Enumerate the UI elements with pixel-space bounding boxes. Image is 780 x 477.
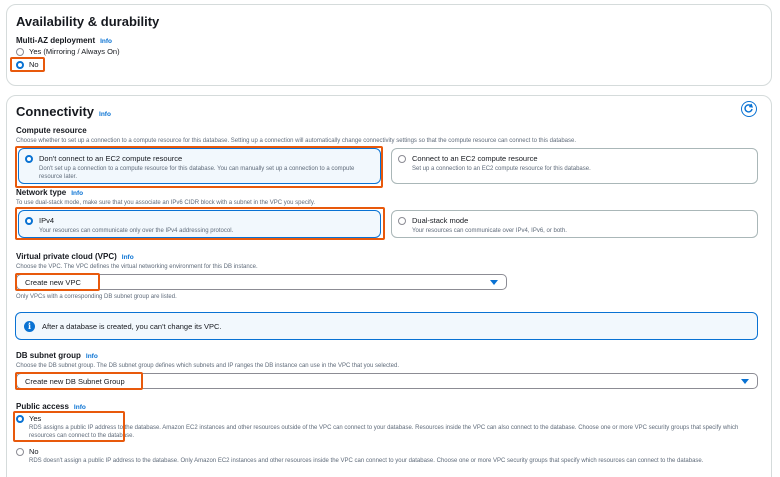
public-access-yes-label[interactable]: Yes <box>29 414 41 423</box>
vpc-description: Choose the VPC. The VPC defines the virt… <box>16 264 258 270</box>
refresh-button[interactable] <box>741 101 757 117</box>
multi-az-no-radio[interactable] <box>16 61 24 69</box>
subnet-group-label-text: DB subnet group <box>16 351 81 360</box>
compute-dont-connect-desc: Don't set up a connection to a compute r… <box>39 166 355 180</box>
connectivity-info-link[interactable]: Info <box>99 111 111 118</box>
public-access-label: Public access Info <box>16 402 86 411</box>
network-tile-dual-stack[interactable]: Dual-stack mode Your resources can commu… <box>391 210 758 238</box>
subnet-group-info-link[interactable]: Info <box>86 353 98 360</box>
multi-az-no-label[interactable]: No <box>29 60 39 69</box>
caret-down-icon <box>741 379 749 384</box>
subnet-group-description: Choose the DB subnet group. The DB subne… <box>16 363 400 369</box>
vpc-select[interactable]: Create new VPC <box>16 274 507 290</box>
caret-down-icon <box>490 280 498 285</box>
alert-text: After a database is created, you can't c… <box>42 322 222 331</box>
multi-az-label: Multi-AZ deployment Info <box>16 36 112 45</box>
network-ipv4-radio[interactable] <box>25 217 33 225</box>
public-access-yes-desc: RDS assigns a public IP address to the d… <box>29 425 739 439</box>
compute-tile-connect[interactable]: Connect to an EC2 compute resource Set u… <box>391 148 758 184</box>
network-type-info-link[interactable]: Info <box>71 190 83 197</box>
subnet-group-select[interactable]: Create new DB Subnet Group <box>16 373 758 389</box>
vpc-label-text: Virtual private cloud (VPC) <box>16 252 117 261</box>
vpc-info-link[interactable]: Info <box>122 254 134 261</box>
network-dual-stack-title: Dual-stack mode <box>412 216 469 225</box>
network-type-label: Network type Info <box>16 188 83 197</box>
connectivity-title: Connectivity Info <box>16 104 111 119</box>
info-circle-icon: i <box>24 321 35 332</box>
network-type-description: To use dual-stack mode, make sure that y… <box>16 200 316 206</box>
network-ipv4-title: IPv4 <box>39 216 55 225</box>
network-tile-ipv4[interactable]: IPv4 Your resources can communicate only… <box>18 210 381 238</box>
multi-az-info-link[interactable]: Info <box>100 38 112 45</box>
network-type-label-text: Network type <box>16 188 67 197</box>
vpc-select-value: Create new VPC <box>25 278 81 287</box>
connectivity-title-text: Connectivity <box>16 104 95 119</box>
compute-resource-label: Compute resource <box>16 126 87 135</box>
public-access-no-label[interactable]: No <box>29 447 39 456</box>
vpc-hint: Only VPCs with a corresponding DB subnet… <box>16 294 177 300</box>
network-ipv4-desc: Your resources can communicate only over… <box>39 228 234 234</box>
compute-connect-title: Connect to an EC2 compute resource <box>412 154 538 163</box>
public-access-yes-radio[interactable] <box>16 415 24 423</box>
compute-resource-description: Choose whether to set up a connection to… <box>16 138 576 144</box>
vpc-immutable-alert: i After a database is created, you can't… <box>15 312 758 340</box>
refresh-icon <box>744 103 754 113</box>
network-dual-stack-radio[interactable] <box>398 217 406 225</box>
public-access-no-desc: RDS doesn't assign a public IP address t… <box>29 458 704 464</box>
public-access-label-text: Public access <box>16 402 69 411</box>
compute-dont-connect-radio[interactable] <box>25 155 33 163</box>
public-access-no-radio[interactable] <box>16 448 24 456</box>
multi-az-yes-radio[interactable] <box>16 48 24 56</box>
vpc-label: Virtual private cloud (VPC) Info <box>16 252 134 261</box>
compute-tile-dont-connect[interactable]: Don't connect to an EC2 compute resource… <box>18 148 381 184</box>
multi-az-label-text: Multi-AZ deployment <box>16 36 96 45</box>
subnet-group-label: DB subnet group Info <box>16 351 98 360</box>
network-dual-stack-desc: Your resources can communicate over IPv4… <box>412 228 567 234</box>
availability-title: Availability & durability <box>16 14 160 29</box>
subnet-group-select-value: Create new DB Subnet Group <box>25 377 125 386</box>
public-access-info-link[interactable]: Info <box>74 404 86 411</box>
compute-connect-desc: Set up a connection to an EC2 compute re… <box>412 166 591 172</box>
compute-connect-radio[interactable] <box>398 155 406 163</box>
compute-dont-connect-title: Don't connect to an EC2 compute resource <box>39 154 183 163</box>
multi-az-yes-label[interactable]: Yes (Mirroring / Always On) <box>29 47 120 56</box>
